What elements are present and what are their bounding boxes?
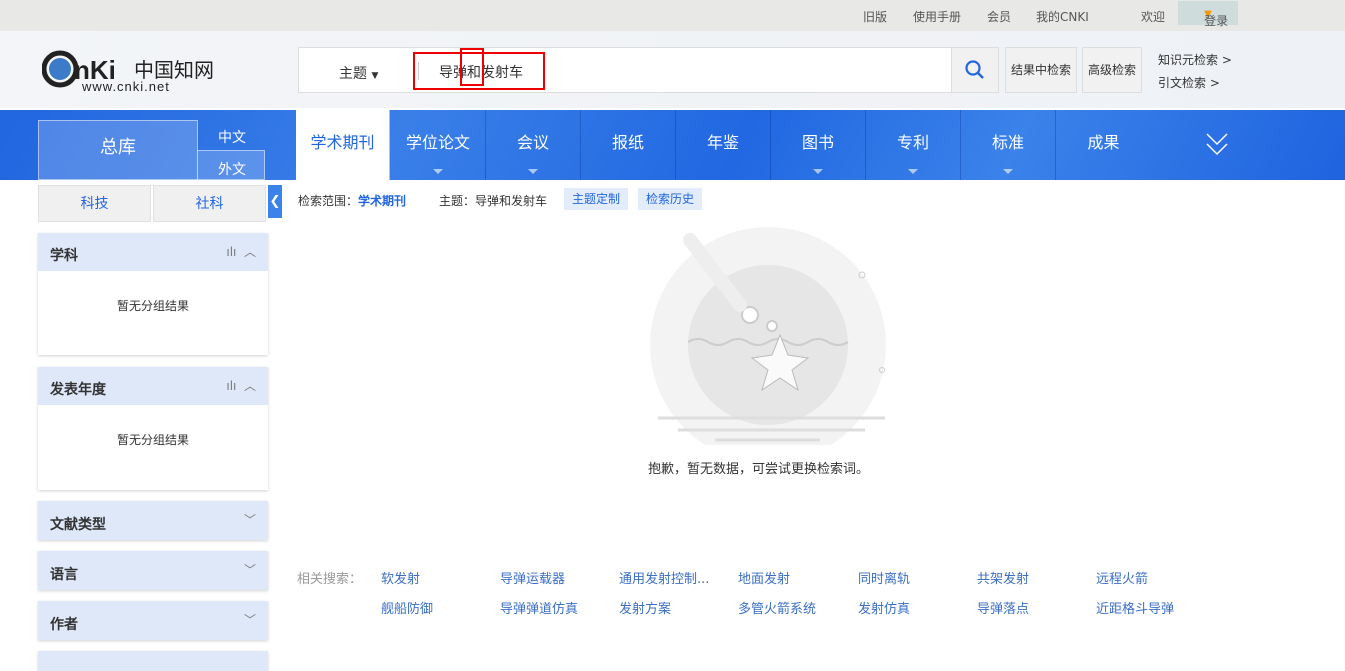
chevron-down-icon: ﹀: [243, 513, 256, 527]
related-link[interactable]: 导弹运载器: [500, 568, 565, 587]
chevron-down-icon: ﹀: [243, 613, 256, 627]
facet-header[interactable]: 学科 ılı ︿: [38, 233, 268, 271]
search-button[interactable]: [951, 47, 999, 93]
tab-standards[interactable]: 标准: [961, 110, 1056, 180]
tab-conferences[interactable]: 会议: [486, 110, 581, 180]
search-type-label: 主题: [339, 66, 367, 82]
member-link[interactable]: 会员: [987, 8, 1011, 25]
search-in-results-button[interactable]: 结果中检索: [1005, 47, 1077, 93]
highlight-box: [460, 48, 484, 86]
facet-empty: 暂无分组结果: [116, 433, 189, 447]
search-type-select[interactable]: 主题 ▼: [339, 63, 378, 83]
citation-search-link[interactable]: 引文检索 >: [1158, 74, 1220, 91]
related-link[interactable]: 远程火箭: [1096, 568, 1148, 587]
tab-theses[interactable]: 学位论文: [391, 110, 486, 180]
tab-patents[interactable]: 专利: [866, 110, 961, 180]
facet-language[interactable]: 语言 ﹀: [38, 551, 268, 590]
facet-year: 发表年度 ılı ︿ 暂无分组结果: [38, 367, 268, 490]
related-link[interactable]: 地面发射: [738, 568, 790, 587]
collapse-sidebar-button[interactable]: ❮: [268, 185, 282, 218]
svg-text:www.cnki.net: www.cnki.net: [81, 79, 170, 94]
empty-message: 抱歉，暂无数据，可尝试更换检索词。: [648, 462, 870, 477]
related-link[interactable]: 舰船防御: [381, 598, 433, 617]
tab-newspapers[interactable]: 报纸: [581, 110, 676, 180]
search-history-button[interactable]: 检索历史: [638, 188, 703, 210]
search-scope: 检索范围：学术期刊: [298, 194, 407, 208]
related-link[interactable]: 导弹弹道仿真: [500, 598, 578, 617]
manual-link[interactable]: 使用手册: [913, 8, 961, 25]
welcome-text: 欢迎: [1141, 10, 1166, 24]
tab-yearbooks[interactable]: 年鉴: [676, 110, 771, 180]
foreign-tab[interactable]: 外文: [218, 159, 246, 179]
facet-subject: 学科 ılı ︿ 暂无分组结果: [38, 233, 268, 355]
chart-collapse-icon[interactable]: ılı ︿: [226, 243, 256, 260]
related-link[interactable]: 发射方案: [619, 598, 671, 617]
search-topic: 主题：导弹和发射车: [439, 194, 548, 208]
empty-illustration: [650, 227, 886, 445]
login-label: 登录: [1204, 14, 1229, 28]
top-bar: 旧版 使用手册 会员 我的CNKI 欢迎 登录 ▼: [0, 0, 1345, 31]
related-link[interactable]: 多管火箭系统: [738, 598, 816, 617]
related-link[interactable]: 同时离轨: [858, 568, 910, 587]
facet-more[interactable]: [38, 651, 268, 671]
search-box: 主题 ▼ 导弹和发射车: [298, 47, 952, 93]
advanced-search-button[interactable]: 高级检索: [1082, 47, 1142, 93]
related-link[interactable]: 发射仿真: [858, 598, 910, 617]
related-link[interactable]: 通用发射控制...: [619, 568, 709, 587]
all-label: 总库: [100, 137, 136, 158]
cnki-logo[interactable]: nKi 中国知网 www.cnki.net: [42, 47, 222, 95]
facet-author[interactable]: 作者 ﹀: [38, 601, 268, 640]
chevron-down-icon: ﹀: [243, 563, 256, 577]
subtab-science[interactable]: 科技: [38, 185, 151, 222]
tab-books[interactable]: 图书: [771, 110, 866, 180]
facet-doc-type[interactable]: 文献类型 ﹀: [38, 501, 268, 540]
chinese-tab[interactable]: 中文: [218, 127, 246, 147]
related-link[interactable]: 软发射: [381, 568, 420, 587]
caret-down-icon: ▼: [371, 71, 379, 81]
search-icon: [965, 60, 984, 79]
tab-achievements[interactable]: 成果: [1056, 110, 1151, 180]
knowledge-search-link[interactable]: 知识元检索 >: [1158, 51, 1232, 68]
related-link[interactable]: 导弹落点: [977, 598, 1029, 617]
login-button[interactable]: 登录 ▼: [1178, 1, 1238, 28]
facet-header[interactable]: 发表年度 ılı ︿: [38, 367, 268, 405]
tab-journals[interactable]: 学术期刊: [296, 110, 390, 180]
my-cnki-link[interactable]: 我的CNKI: [1036, 8, 1089, 25]
all-databases-tab[interactable]: 总库: [38, 120, 198, 180]
facet-empty: 暂无分组结果: [116, 299, 189, 313]
chart-collapse-icon[interactable]: ılı ︿: [226, 377, 256, 394]
topic-customize-button[interactable]: 主题定制: [564, 188, 629, 210]
related-link[interactable]: 近距格斗导弹: [1096, 598, 1174, 617]
subtab-social[interactable]: 社科: [153, 185, 266, 222]
expand-more-icon[interactable]: [1205, 130, 1229, 160]
related-search-label: 相关搜索：: [297, 572, 363, 587]
old-version-link[interactable]: 旧版: [863, 8, 887, 25]
related-link[interactable]: 共架发射: [977, 568, 1029, 587]
